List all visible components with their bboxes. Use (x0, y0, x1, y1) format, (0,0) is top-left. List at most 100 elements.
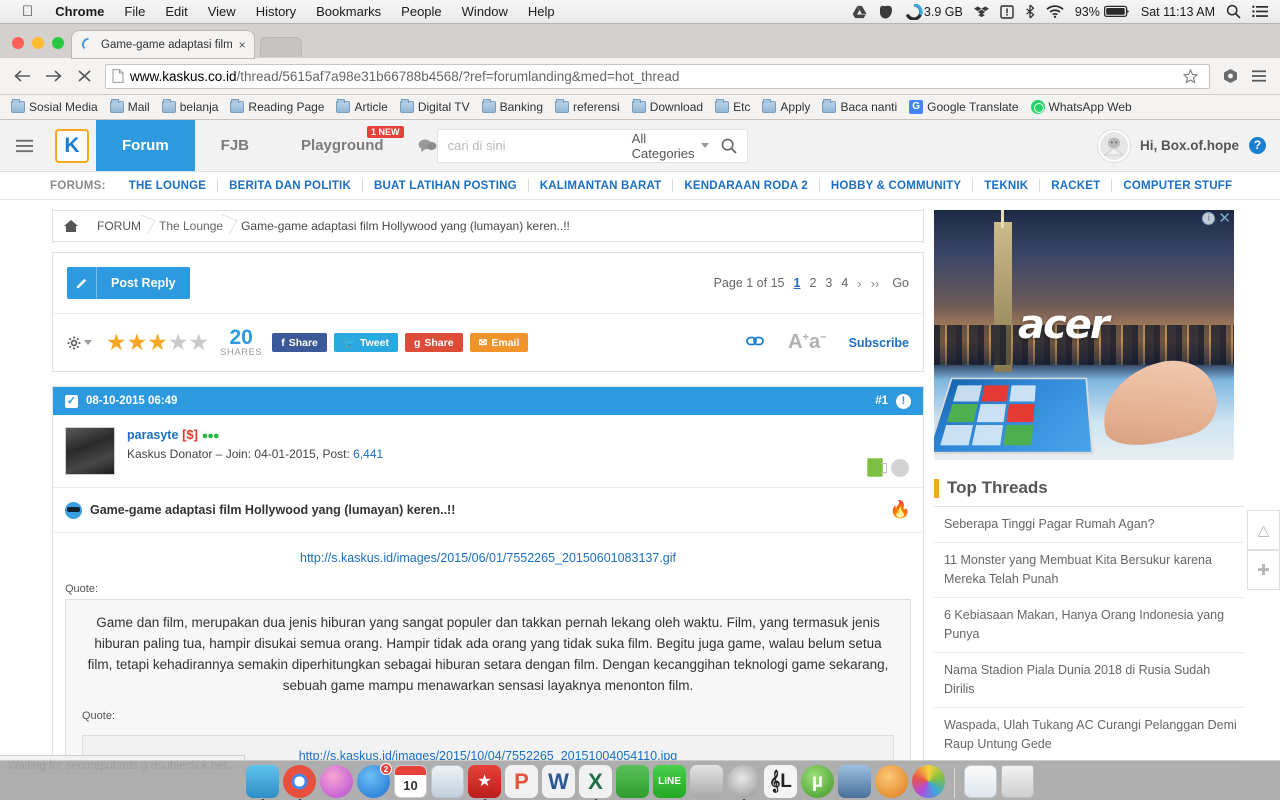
evernote-icon[interactable] (878, 5, 894, 19)
browser-tab[interactable]: Game-game adaptasi film × (72, 31, 254, 58)
menu-window[interactable]: Window (452, 4, 518, 19)
dropbox-icon[interactable] (973, 5, 989, 19)
star-2[interactable]: ★ (127, 329, 148, 356)
dock-app-media-hd[interactable] (838, 765, 871, 798)
kaskus-logo[interactable]: K (48, 120, 96, 171)
dock-app-photos[interactable] (912, 765, 945, 798)
close-tab-icon[interactable]: × (233, 39, 246, 51)
forum-link-berita-dan-politik[interactable]: BERITA DAN POLITIK (218, 180, 362, 192)
dock-app-finder[interactable] (246, 765, 279, 800)
google-drive-icon[interactable] (852, 5, 867, 19)
chat-bubble-icon[interactable] (418, 138, 437, 153)
give-bata-icon[interactable] (891, 459, 909, 477)
list-item[interactable]: Nama Stadion Piala Dunia 2018 di Rusia S… (934, 653, 1244, 708)
breadcrumb-forum[interactable]: FORUM (89, 211, 151, 241)
subscribe-button[interactable]: Subscribe (849, 336, 909, 350)
permalink-icon[interactable] (746, 334, 766, 351)
new-tab-button[interactable] (259, 37, 302, 57)
help-icon[interactable]: ? (1249, 137, 1266, 154)
star-3[interactable]: ★ (147, 329, 168, 356)
list-item[interactable]: Seberapa Tinggi Pagar Rumah Agan? (934, 507, 1244, 543)
dock-app-calendar[interactable]: 10 (394, 765, 427, 798)
post-reply-button[interactable]: Post Reply (67, 267, 190, 299)
dock-app-chrome[interactable] (283, 765, 316, 800)
page-2[interactable]: 2 (809, 276, 816, 290)
post-number[interactable]: #1 (875, 395, 888, 407)
font-size-control[interactable]: A+a− (788, 331, 826, 354)
stop-loading-button[interactable] (70, 62, 98, 90)
author-avatar[interactable] (65, 427, 115, 475)
rating-stars[interactable]: ★ ★ ★ ★ ★ (106, 329, 220, 356)
menu-chrome[interactable]: Chrome (45, 4, 114, 19)
give-cendol-icon[interactable] (867, 458, 887, 477)
twitter-tweet-button[interactable]: 🐦 Tweet (333, 333, 398, 352)
facebook-share-button[interactable]: f Share (272, 333, 327, 352)
battery-indicator[interactable]: 93% (1075, 5, 1130, 19)
bookmark-reading-page[interactable]: Reading Page (225, 98, 329, 116)
bookmark-star-icon[interactable] (1177, 63, 1203, 89)
dock-app-evernote[interactable] (616, 765, 649, 798)
bookmark-mail[interactable]: Mail (105, 98, 155, 116)
home-icon[interactable] (53, 219, 89, 233)
dock-app-app-store[interactable]: 2 (357, 763, 392, 798)
alert-icon[interactable] (1000, 4, 1014, 19)
image-link-1[interactable]: http://s.kaskus.id/images/2015/06/01/755… (65, 547, 911, 583)
menu-toggle-icon[interactable] (0, 120, 48, 171)
dock-app-audio-hijack[interactable] (690, 765, 723, 798)
advertisement-banner[interactable]: acer i ✕ (934, 210, 1234, 460)
star-4[interactable]: ★ (168, 329, 189, 356)
dock-app-utorrent[interactable]: µ (801, 765, 834, 798)
page-1[interactable]: 1 (793, 276, 800, 290)
bookmark-belanja[interactable]: belanja (157, 98, 224, 116)
menu-file[interactable]: File (114, 4, 155, 19)
go-button[interactable]: Go (888, 276, 909, 290)
list-item[interactable]: Waspada, Ulah Tukang AC Curangi Pelangga… (934, 708, 1244, 763)
clock[interactable]: Sat 11:13 AM (1141, 5, 1215, 19)
forum-link-hobby-community[interactable]: HOBBY & COMMUNITY (820, 180, 972, 192)
menu-view[interactable]: View (198, 4, 246, 19)
dock-app-wunderlist[interactable]: ★ (468, 765, 501, 800)
bookmark-whatsapp-web[interactable]: WhatsApp Web (1026, 98, 1137, 116)
bookmark-etc[interactable]: Etc (710, 98, 755, 116)
dock-app-word[interactable]: W (542, 765, 575, 798)
list-item[interactable]: 11 Monster yang Membuat Kita Bersukur ka… (934, 543, 1244, 598)
dock-app-excel[interactable]: X (579, 765, 612, 800)
forward-button[interactable] (39, 62, 67, 90)
dock-app-line[interactable]: LINE (653, 765, 686, 798)
post-checkbox[interactable]: ✓ (65, 394, 78, 408)
forum-link-kalimantan-barat[interactable]: KALIMANTAN BARAT (529, 180, 673, 192)
maximize-window-button[interactable] (52, 37, 64, 49)
add-button[interactable]: ✚ (1247, 550, 1280, 590)
forum-link-the-lounge[interactable]: THE LOUNGE (118, 180, 217, 192)
page-3[interactable]: 3 (825, 276, 832, 290)
menu-edit[interactable]: Edit (155, 4, 197, 19)
dock-app-itunes[interactable] (320, 765, 353, 798)
spotlight-search-icon[interactable] (1226, 4, 1241, 19)
menu-bookmarks[interactable]: Bookmarks (306, 4, 391, 19)
dock-app-powerpoint[interactable]: P (505, 765, 538, 798)
star-1[interactable]: ★ (106, 329, 127, 356)
star-5[interactable]: ★ (189, 329, 210, 356)
dock-app-system-preferences[interactable] (727, 765, 760, 800)
page-4[interactable]: 4 (841, 276, 848, 290)
next-page-icon[interactable]: › (857, 276, 861, 291)
bookmark-digital-tv[interactable]: Digital TV (395, 98, 475, 116)
dock-documents-stack[interactable] (964, 765, 997, 798)
back-button[interactable] (8, 62, 36, 90)
notification-center-icon[interactable] (1252, 5, 1268, 18)
minimize-window-button[interactable] (32, 37, 44, 49)
search-input[interactable] (447, 138, 624, 153)
menu-history[interactable]: History (246, 4, 306, 19)
menu-people[interactable]: People (391, 4, 451, 19)
chrome-menu-button[interactable] (1246, 63, 1272, 89)
dock-app-forte-notation[interactable]: 𝄞L (764, 765, 797, 798)
forum-link-racket[interactable]: RACKET (1040, 180, 1111, 192)
ad-info-icon[interactable]: i (1202, 212, 1216, 225)
menu-help[interactable]: Help (518, 4, 565, 19)
scroll-to-top-button[interactable]: △ (1247, 510, 1280, 550)
report-post-icon[interactable]: ! (896, 393, 911, 409)
tab-playground[interactable]: Playground 1 NEW (275, 120, 410, 171)
bookmark-download[interactable]: Download (627, 98, 708, 116)
bookmark-article[interactable]: Article (331, 98, 392, 116)
tab-forum[interactable]: Forum (96, 120, 195, 171)
